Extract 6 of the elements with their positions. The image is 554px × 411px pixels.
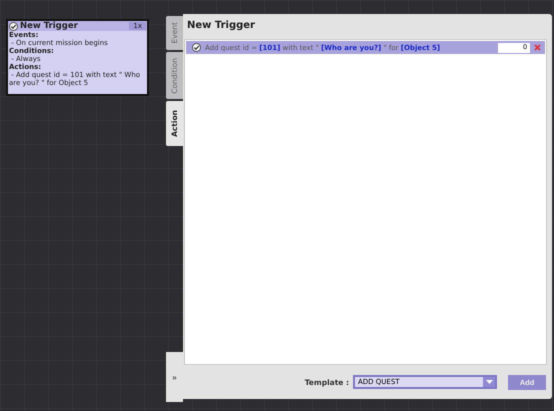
checkmark-icon[interactable] [9,22,18,30]
expand-button[interactable]: » [166,352,183,402]
checkmark-icon[interactable] [192,43,201,52]
editor-title: New Trigger [186,20,256,33]
trigger-title: New Trigger [20,22,79,30]
caret-icon [483,377,495,387]
